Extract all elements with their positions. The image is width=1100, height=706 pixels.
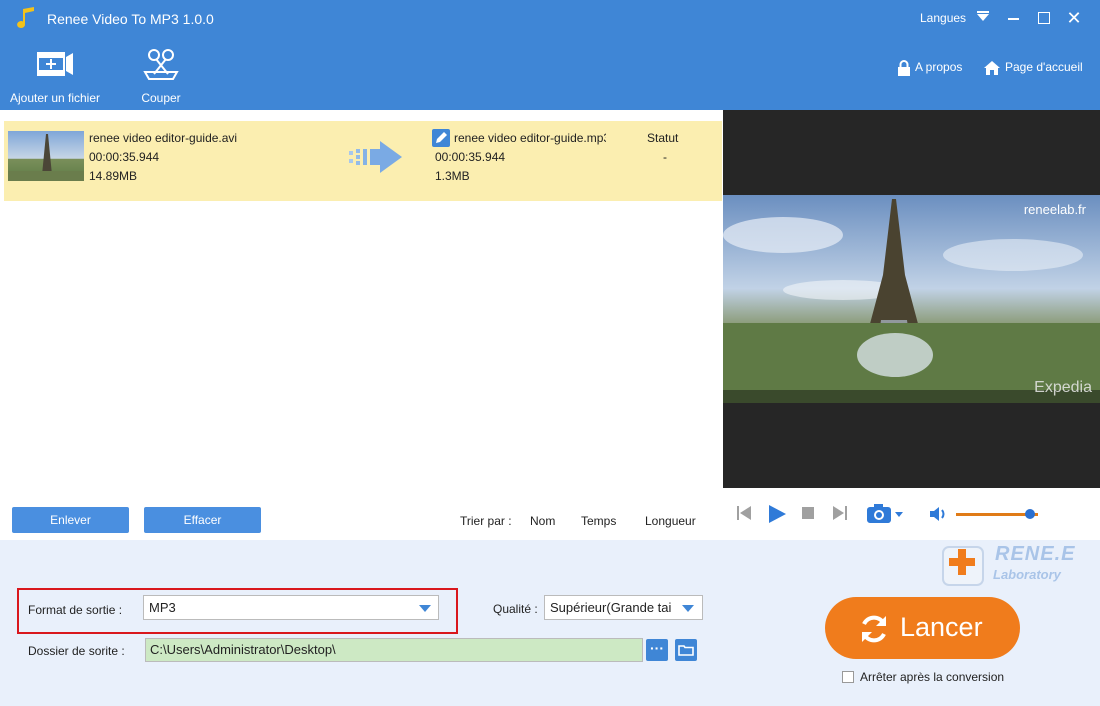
output-format-select[interactable]: MP3 [143, 595, 439, 620]
clear-button[interactable]: Effacer [144, 507, 261, 533]
about-link[interactable]: A propos [897, 60, 962, 76]
languages-dropdown-icon[interactable] [977, 11, 989, 21]
stop-after-checkbox[interactable] [842, 671, 854, 683]
launch-label: Lancer [900, 612, 983, 642]
quality-select[interactable]: Supérieur(Grande tai [544, 595, 703, 620]
player-controls [723, 488, 1100, 540]
scissors-icon [143, 49, 179, 80]
app-title: Renee Video To MP3 1.0.0 [47, 11, 214, 27]
launch-button[interactable]: Lancer [825, 597, 1020, 659]
source-duration: 00:00:35.944 [89, 150, 160, 164]
folder-icon [678, 645, 694, 656]
logo-text-laboratory: Laboratory [993, 567, 1061, 582]
add-file-button[interactable]: Ajouter un fichier [0, 44, 110, 108]
file-row[interactable]: renee video editor-guide.avi 00:00:35.94… [4, 121, 722, 201]
eiffel-tower-scene [723, 199, 1100, 403]
quality-dropdown-icon[interactable] [682, 605, 694, 612]
stop-after-label: Arrêter après la conversion [860, 670, 1005, 684]
minimize-button[interactable] [1004, 8, 1024, 28]
languages-menu[interactable]: Langues [920, 11, 966, 25]
stop-icon[interactable] [801, 504, 815, 522]
music-note-icon [17, 7, 34, 29]
video-preview: reneelab.fr Expedia [723, 110, 1100, 488]
home-icon [984, 61, 1000, 75]
quality-label: Qualité : [493, 602, 538, 616]
status-header: Statut [647, 131, 679, 145]
title-bar: Renee Video To MP3 1.0.0 Langues ✕ [0, 0, 1100, 36]
add-file-label: Ajouter un fichier [9, 91, 101, 105]
output-file-name[interactable]: renee video editor-guide.mp3 [454, 131, 606, 145]
format-dropdown-icon[interactable] [419, 605, 431, 612]
logo-text-rene: RENE.E [995, 543, 1076, 565]
sort-by-length[interactable]: Longueur [645, 514, 696, 528]
home-link[interactable]: Page d'accueil [983, 60, 1083, 76]
watermark-reneelab: reneelab.fr [1023, 202, 1086, 217]
open-folder-button[interactable] [675, 639, 697, 661]
convert-arrow-icon [349, 141, 402, 173]
video-frame: reneelab.fr Expedia [723, 195, 1100, 403]
volume-slider-handle[interactable] [1025, 509, 1035, 519]
output-folder-label: Dossier de sorite : [28, 644, 125, 658]
watermark-expedia: Expedia [1034, 379, 1092, 396]
add-video-icon [37, 52, 73, 76]
volume-icon[interactable] [928, 505, 948, 523]
output-settings-panel: RENE.E Laboratory Format de sortie : MP3… [0, 540, 1100, 706]
about-label: A propos [915, 60, 963, 75]
maximize-button[interactable] [1034, 8, 1054, 28]
output-format-label: Format de sortie : [28, 603, 123, 617]
video-thumbnail [8, 131, 84, 181]
remove-button[interactable]: Enlever [12, 507, 129, 533]
sort-by-name[interactable]: Nom [530, 514, 555, 528]
play-icon[interactable] [767, 504, 787, 524]
cut-button[interactable]: Couper [125, 44, 197, 108]
file-list: renee video editor-guide.avi 00:00:35.94… [0, 110, 723, 540]
cut-label: Couper [141, 91, 181, 105]
previous-icon[interactable] [736, 504, 752, 522]
output-size: 1.3MB [435, 169, 470, 183]
title-toolbar: Renee Video To MP3 1.0.0 Langues ✕ Ajout… [0, 0, 1100, 110]
refresh-icon [862, 615, 886, 643]
close-button[interactable]: ✕ [1064, 8, 1084, 28]
status-value: - [663, 150, 667, 164]
lock-icon [898, 60, 910, 76]
output-duration: 00:00:35.944 [435, 150, 506, 164]
browse-folder-button[interactable]: ··· [646, 639, 668, 661]
edit-output-name-icon[interactable] [432, 129, 450, 147]
source-file-name: renee video editor-guide.avi [89, 131, 238, 145]
sort-by-label: Trier par : [460, 514, 512, 528]
snapshot-camera-icon[interactable] [866, 502, 904, 524]
logo-icon [942, 546, 984, 586]
output-folder-field[interactable]: C:\Users\Administrator\Desktop\ [145, 638, 643, 662]
sort-by-time[interactable]: Temps [581, 514, 616, 528]
next-icon[interactable] [832, 504, 848, 522]
source-size: 14.89MB [89, 169, 138, 183]
home-label: Page d'accueil [1005, 60, 1083, 75]
